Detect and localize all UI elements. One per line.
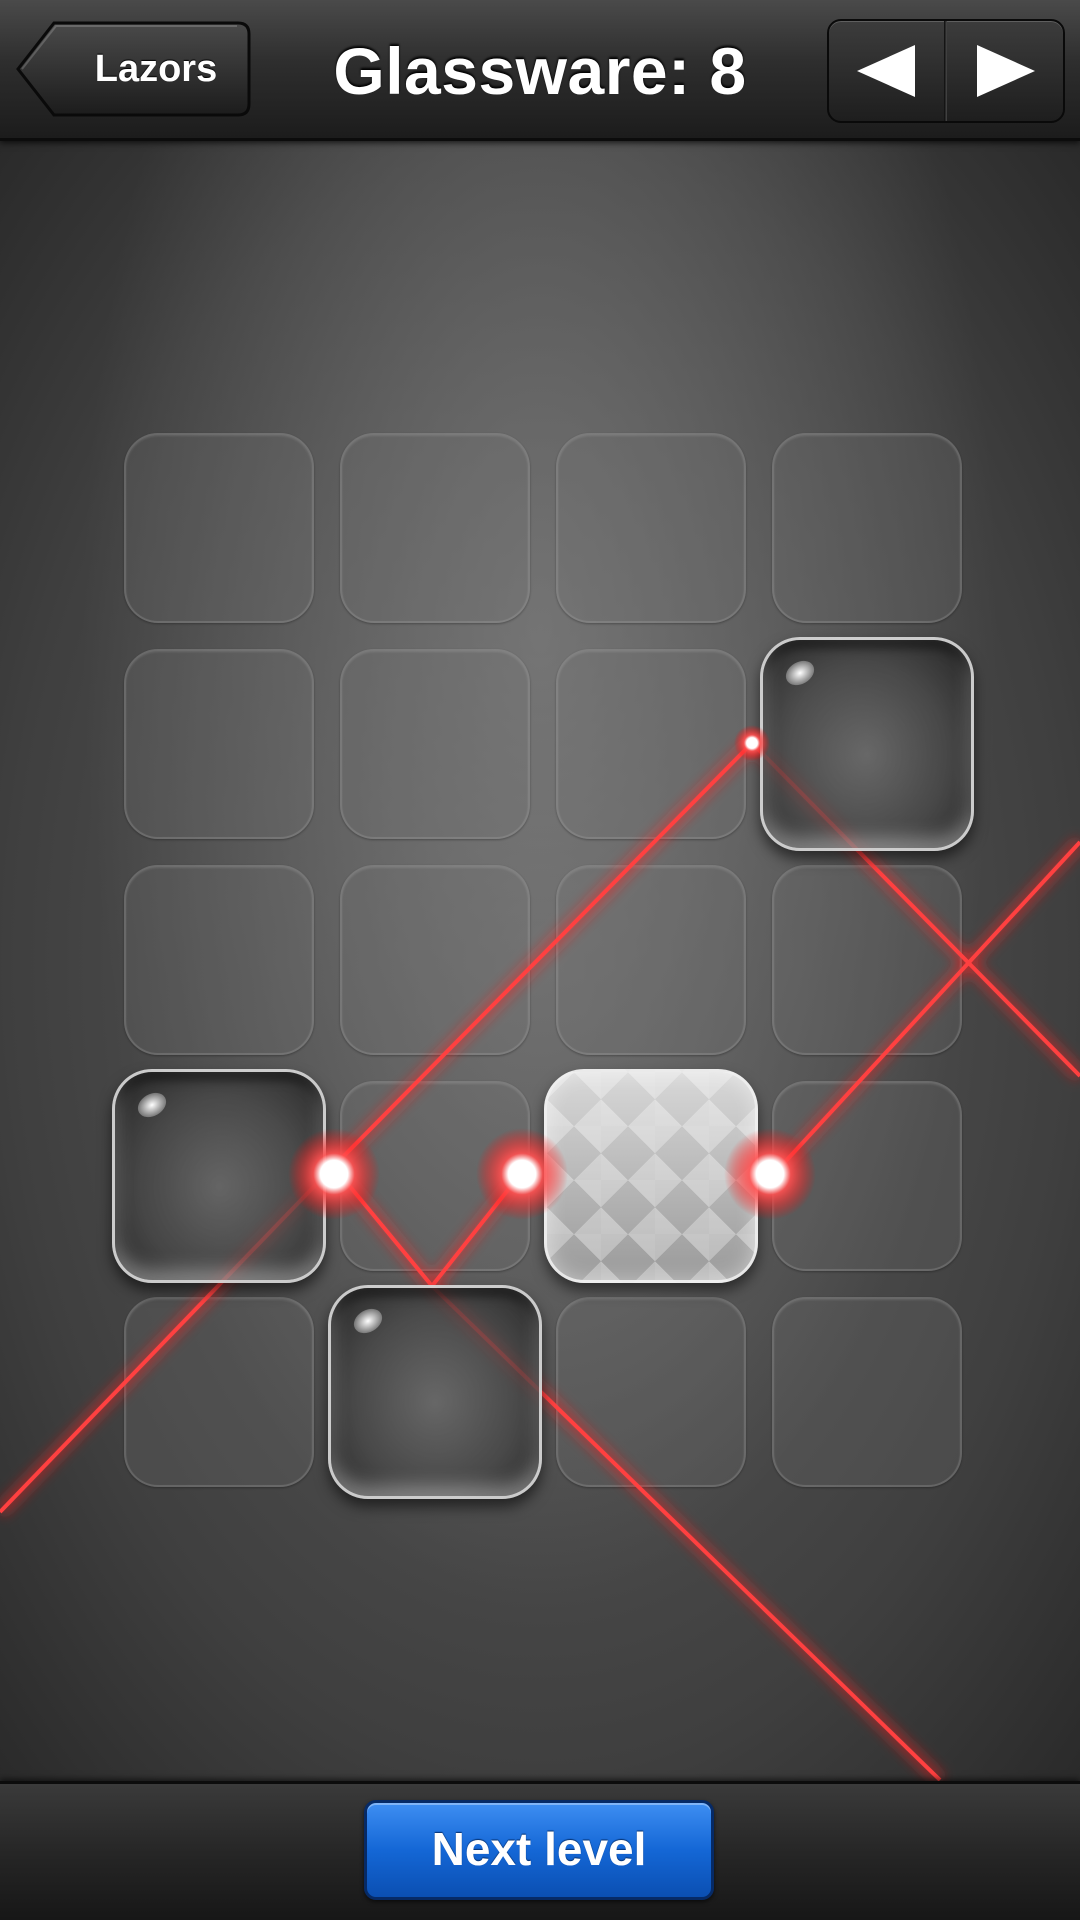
game-screen: Lazors Glassware: 8 Next level: [0, 0, 1080, 1920]
empty-slot[interactable]: [340, 865, 530, 1055]
empty-slot[interactable]: [340, 649, 530, 839]
game-board: [0, 141, 1080, 1781]
previous-level-button[interactable]: [829, 21, 945, 121]
level-nav-group: [827, 19, 1065, 123]
block-highlight: [781, 655, 819, 691]
next-level-button[interactable]: Next level: [364, 1800, 714, 1900]
empty-slot[interactable]: [124, 433, 314, 623]
empty-slot[interactable]: [772, 865, 962, 1055]
empty-slot[interactable]: [340, 433, 530, 623]
empty-slot[interactable]: [124, 865, 314, 1055]
empty-slot[interactable]: [556, 865, 746, 1055]
empty-slot[interactable]: [772, 1297, 962, 1487]
empty-slot[interactable]: [124, 649, 314, 839]
next-level-arrow-button[interactable]: [947, 21, 1063, 121]
top-bar: Lazors Glassware: 8: [0, 0, 1080, 141]
bottom-bar: Next level: [0, 1781, 1080, 1920]
empty-slot[interactable]: [124, 1297, 314, 1487]
empty-slot[interactable]: [556, 433, 746, 623]
triangle-right-icon: [977, 45, 1035, 97]
block-highlight: [349, 1303, 387, 1339]
level-title: Glassware: 8: [333, 34, 747, 108]
reflect-block[interactable]: [328, 1285, 542, 1499]
empty-slot[interactable]: [556, 1297, 746, 1487]
empty-slot[interactable]: [772, 433, 962, 623]
reflect-block[interactable]: [760, 637, 974, 851]
empty-slot[interactable]: [772, 1081, 962, 1271]
empty-slot[interactable]: [340, 1081, 530, 1271]
refract-block[interactable]: [544, 1069, 758, 1283]
reflect-block[interactable]: [112, 1069, 326, 1283]
empty-slot[interactable]: [556, 649, 746, 839]
back-button[interactable]: Lazors: [14, 20, 252, 118]
back-button-label: Lazors: [94, 48, 218, 90]
triangle-left-icon: [857, 45, 915, 97]
block-highlight: [133, 1087, 171, 1123]
